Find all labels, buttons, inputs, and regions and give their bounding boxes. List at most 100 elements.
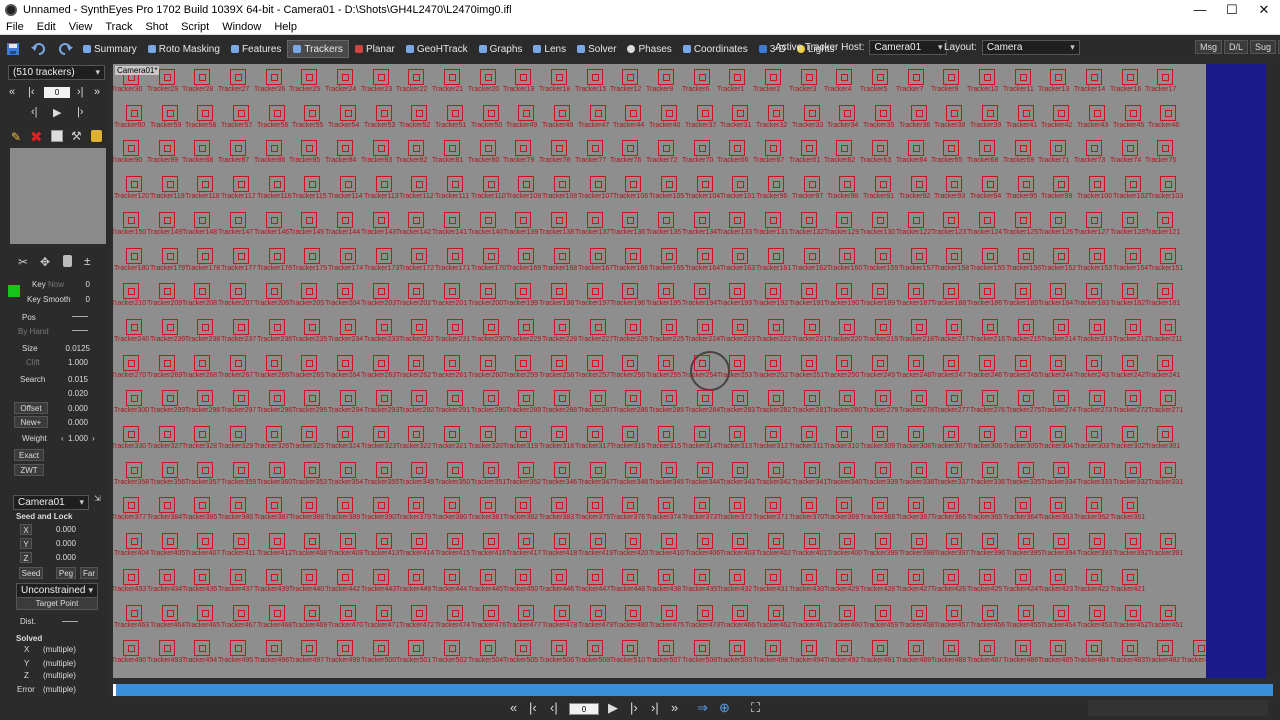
tracker-marker[interactable] [340,319,356,335]
tracker-marker[interactable] [839,105,855,121]
tracker-marker[interactable] [1160,176,1176,192]
tracker-marker[interactable] [408,212,424,228]
tracker-marker[interactable] [946,248,962,264]
tracker-marker[interactable] [1018,176,1034,192]
tracker-marker[interactable] [1125,319,1141,335]
tracker-marker[interactable] [269,390,285,406]
tracker-marker[interactable] [301,355,317,371]
tracker-marker[interactable] [233,248,249,264]
tracker-marker[interactable] [1053,390,1069,406]
tracker-marker[interactable] [411,105,427,121]
tab-summary[interactable]: Summary [78,40,142,58]
tracker-marker[interactable] [1053,248,1069,264]
tracker-marker[interactable] [875,248,891,264]
tracker-marker[interactable] [908,69,924,85]
tracker-marker[interactable] [1125,605,1141,621]
tracker-marker[interactable] [301,497,317,513]
by-hand-slider[interactable] [72,330,88,331]
tracker-marker[interactable] [1089,390,1105,406]
tracker-marker[interactable] [554,533,570,549]
tracker-marker[interactable] [162,176,178,192]
tracker-marker[interactable] [625,248,641,264]
step-forward-icon[interactable]: |› [630,700,638,715]
tracker-marker[interactable] [304,390,320,406]
link-icon[interactable]: ✂ [18,255,28,269]
tracker-marker[interactable] [1089,176,1105,192]
offset-button[interactable]: Offset [14,402,48,414]
tracker-marker[interactable] [943,355,959,371]
tracker-marker[interactable] [661,533,677,549]
tracker-marker[interactable] [515,640,531,656]
tracker-marker[interactable] [123,140,139,156]
tracker-marker[interactable] [266,140,282,156]
key-now-button[interactable]: Now [48,280,64,289]
tracker-marker[interactable] [661,319,677,335]
minimize-button[interactable]: — [1184,2,1216,18]
play-icon[interactable]: ▶ [53,106,61,119]
tracker-marker[interactable] [551,283,567,299]
tracker-marker[interactable] [373,212,389,228]
tracker-marker[interactable] [694,426,710,442]
tracker-marker[interactable] [444,640,460,656]
tracker-marker[interactable] [411,462,427,478]
tracker-marker[interactable] [197,248,213,264]
menu-edit[interactable]: Edit [31,21,63,33]
tracker-marker[interactable] [444,497,460,513]
tracker-marker[interactable] [376,533,392,549]
tracker-marker[interactable] [729,569,745,585]
tracker-marker[interactable] [266,426,282,442]
tab-phases[interactable]: Phases [622,40,676,58]
tracker-marker[interactable] [126,533,142,549]
tracker-marker[interactable] [269,605,285,621]
tracker-marker[interactable] [301,569,317,585]
tracker-marker[interactable] [483,390,499,406]
tracker-marker[interactable] [266,569,282,585]
tracker-marker[interactable] [801,283,817,299]
tracker-marker[interactable] [622,283,638,299]
tracker-marker[interactable] [159,426,175,442]
tracker-marker[interactable] [839,533,855,549]
tracker-marker[interactable] [697,319,713,335]
tracker-marker[interactable] [515,283,531,299]
tracker-marker[interactable] [301,283,317,299]
fast-forward-icon[interactable]: » [94,86,100,98]
tracker-marker[interactable] [194,283,210,299]
tracker-marker[interactable] [1050,283,1066,299]
tracker-marker[interactable] [946,176,962,192]
tracker-marker[interactable] [518,176,534,192]
tracker-marker[interactable] [1050,140,1066,156]
tracker-marker[interactable] [1050,497,1066,513]
tracker-marker[interactable] [1086,569,1102,585]
tracker-marker[interactable] [801,426,817,442]
tracker-marker[interactable] [982,462,998,478]
weight-increment[interactable]: › [92,434,95,443]
tracker-marker[interactable] [1050,212,1066,228]
tracker-marker[interactable] [1018,319,1034,335]
tracker-marker[interactable] [518,390,534,406]
tracker-marker[interactable] [301,426,317,442]
tracker-marker[interactable] [411,533,427,549]
tracker-marker[interactable] [1160,390,1176,406]
tracker-marker[interactable] [266,283,282,299]
tracker-marker[interactable] [197,462,213,478]
target-point-button[interactable]: Target Point [16,597,98,610]
tracker-marker[interactable] [408,569,424,585]
tracker-marker[interactable] [269,176,285,192]
tracker-marker[interactable] [126,105,142,121]
tracker-marker[interactable] [729,212,745,228]
tracker-marker[interactable] [518,105,534,121]
tracker-marker[interactable] [551,69,567,85]
tracker-marker[interactable] [337,497,353,513]
tracker-marker[interactable] [836,497,852,513]
tracker-marker[interactable] [408,497,424,513]
tracker-marker[interactable] [447,533,463,549]
z-lock-button[interactable]: Z [20,552,32,563]
tracker-marker[interactable] [908,283,924,299]
tracker-marker[interactable] [266,69,282,85]
tracker-marker[interactable] [908,212,924,228]
tracker-marker[interactable] [943,283,959,299]
tracker-marker[interactable] [804,462,820,478]
tracker-marker[interactable] [126,605,142,621]
tracker-marker[interactable] [515,69,531,85]
tracker-marker[interactable] [337,640,353,656]
